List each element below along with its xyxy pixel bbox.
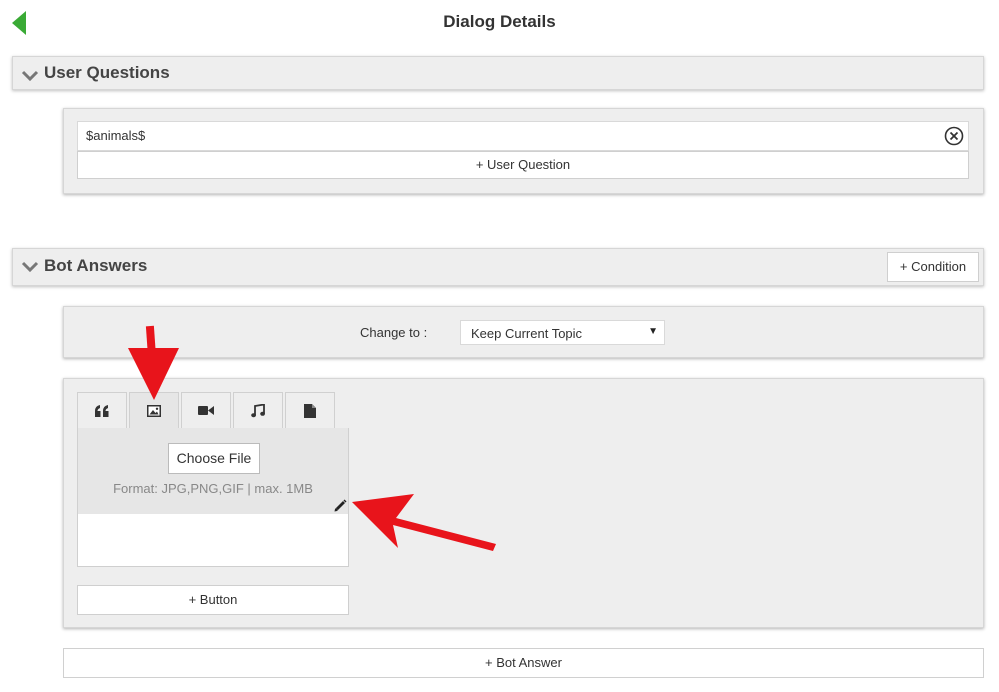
tab-file[interactable] <box>285 392 335 428</box>
change-to-value: Keep Current Topic <box>471 326 583 341</box>
bot-answers-header[interactable]: Bot Answers <box>12 248 984 286</box>
remove-question-icon[interactable] <box>944 126 964 146</box>
tab-video[interactable] <box>181 392 231 428</box>
file-icon <box>304 403 316 418</box>
section-title: Bot Answers <box>44 256 148 275</box>
add-condition-button[interactable]: + Condition <box>887 252 979 282</box>
user-question-field[interactable]: $animals$ <box>77 121 969 151</box>
change-to-select[interactable]: Keep Current Topic ▼ <box>460 320 665 345</box>
annotation-arrow-down-icon <box>128 325 179 400</box>
quote-icon <box>95 404 109 417</box>
chevron-down-icon <box>21 261 39 273</box>
user-questions-header[interactable]: User Questions <box>12 56 984 90</box>
add-user-question-button[interactable]: + User Question <box>77 151 969 179</box>
image-icon <box>147 405 161 417</box>
edit-pencil-icon[interactable] <box>333 498 347 512</box>
add-button-button[interactable]: + Button <box>77 585 349 615</box>
dropdown-caret-icon: ▼ <box>648 326 658 337</box>
add-bot-answer-button[interactable]: + Bot Answer <box>63 648 984 678</box>
caption-textarea[interactable] <box>77 514 349 567</box>
video-icon <box>198 406 214 415</box>
page-title: Dialog Details <box>443 12 556 31</box>
tab-audio[interactable] <box>233 392 283 428</box>
user-question-text: $animals$ <box>86 128 146 143</box>
annotation-arrow-left-icon <box>352 494 496 551</box>
format-hint: Format: JPG,PNG,GIF | max. 1MB <box>113 481 313 496</box>
section-title: User Questions <box>44 63 170 82</box>
change-to-label: Change to : <box>360 325 428 340</box>
chevron-down-icon <box>21 70 39 82</box>
music-icon <box>251 403 265 417</box>
choose-file-button[interactable]: Choose File <box>168 443 260 474</box>
tab-quote[interactable] <box>77 392 127 428</box>
